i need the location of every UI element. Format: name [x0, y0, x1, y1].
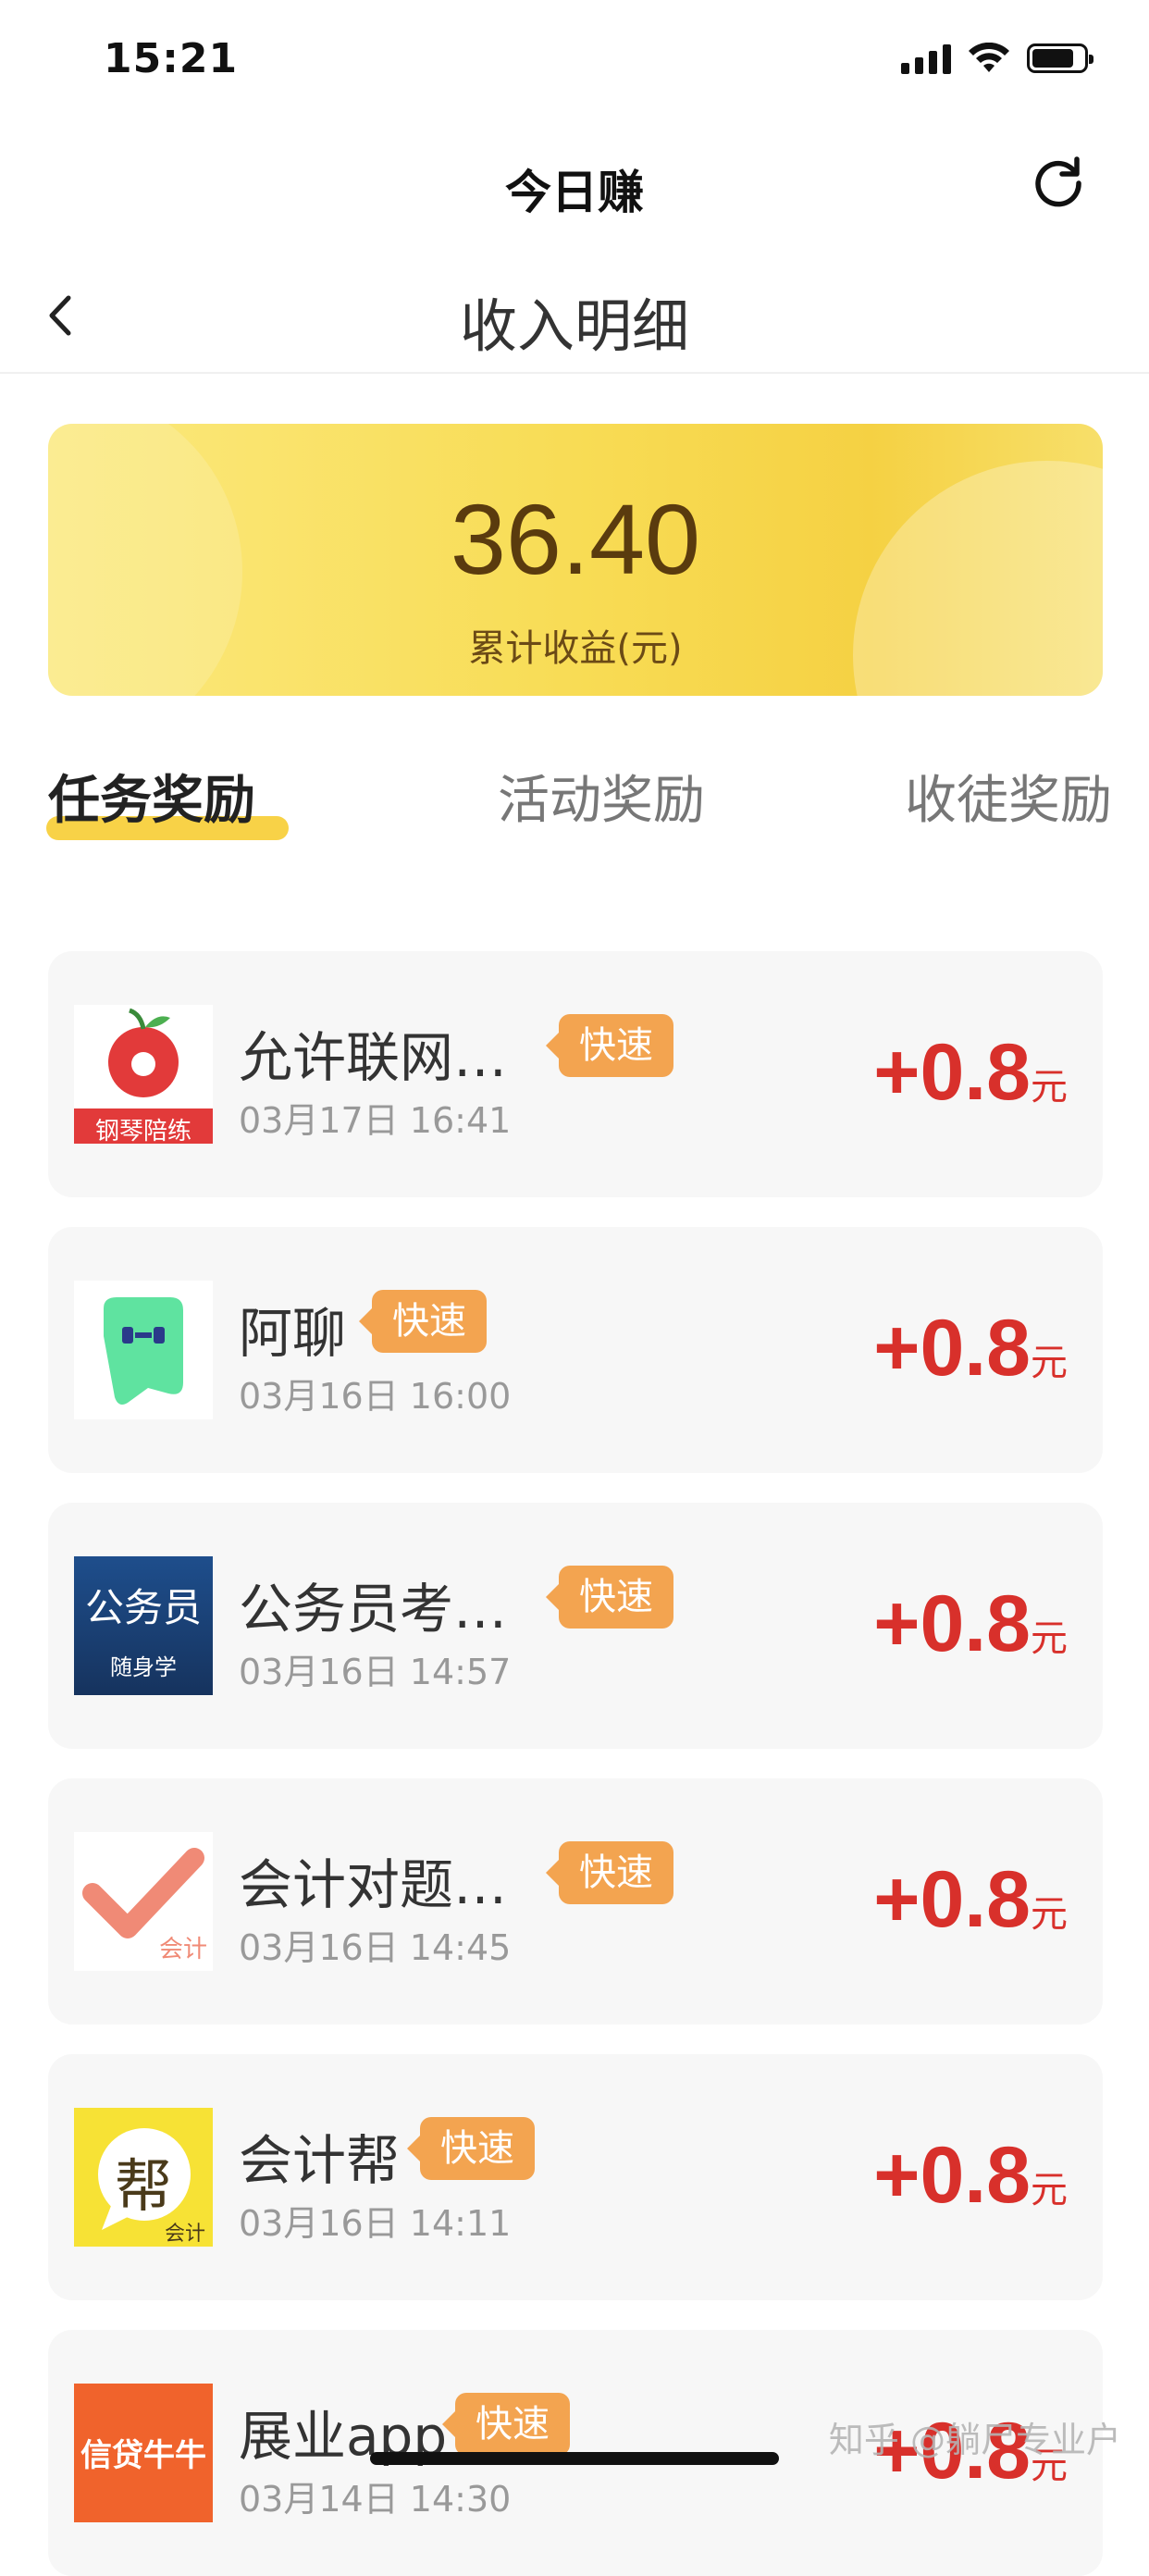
- earnings-summary-card: 36.40 累计收益(元): [48, 424, 1103, 696]
- app-title: 今日赚: [505, 166, 644, 219]
- chat-app-icon: [74, 1281, 213, 1419]
- cellular-signal-icon: [901, 43, 951, 74]
- amount-value: +0.8: [873, 1579, 1031, 1668]
- status-icons: [901, 43, 1093, 74]
- loan-app-icon: 信贷牛牛: [74, 2384, 213, 2522]
- tag-badge: 快速: [407, 2117, 535, 2180]
- item-amount: +0.8元: [873, 1579, 1068, 1670]
- item-date: 03月14日 14:30: [239, 2479, 512, 2520]
- watermark: 知乎 @躺尸专业户: [828, 2420, 1121, 2460]
- icon-subtext: 随身学: [110, 1654, 177, 1680]
- item-date: 03月16日 14:11: [239, 2203, 512, 2244]
- item-date: 03月16日 14:45: [239, 1927, 512, 1968]
- icon-subtext: 会计: [164, 2223, 205, 2246]
- list-item[interactable]: 公务员 随身学 公务员考… 快速 03月16日 14:57 +0.8元: [48, 1503, 1103, 1749]
- reward-tabs: 任务奖励 活动奖励 收徒奖励: [0, 759, 1149, 870]
- refresh-icon[interactable]: [1029, 152, 1088, 211]
- tab-label: 活动奖励: [498, 771, 705, 831]
- list-item[interactable]: 钢琴陪练 允许联网… 快速 03月17日 16:41 +0.8元: [48, 951, 1103, 1197]
- icon-text: 公务员: [84, 1585, 202, 1630]
- tag-badge: 快速: [546, 1841, 673, 1904]
- amount-unit: 元: [1031, 2169, 1068, 2211]
- amount-unit: 元: [1031, 1342, 1068, 1384]
- status-bar: 15:21: [0, 0, 1149, 130]
- item-name: 会计帮: [239, 2129, 401, 2192]
- tab-task-rewards[interactable]: 任务奖励: [48, 759, 255, 834]
- total-earnings-label: 累计收益(元): [468, 627, 683, 670]
- wifi-icon: [969, 43, 1009, 72]
- status-time: 15:21: [104, 35, 239, 82]
- amount-unit: 元: [1031, 1066, 1068, 1108]
- tag-badge: 快速: [546, 1566, 673, 1629]
- item-amount: +0.8元: [873, 1027, 1068, 1119]
- item-name: 会计对题…: [239, 1853, 508, 1916]
- tag-badge: 快速: [359, 1290, 487, 1353]
- civil-service-app-icon: 公务员 随身学: [74, 1556, 213, 1695]
- tag-badge: 快速: [546, 1014, 673, 1077]
- tab-apprentice-rewards[interactable]: 收徒奖励: [905, 759, 1112, 834]
- amount-unit: 元: [1031, 1617, 1068, 1660]
- item-amount: +0.8元: [873, 2130, 1068, 2222]
- app-header: 今日赚: [0, 139, 1149, 231]
- item-name: 公务员考…: [239, 1578, 508, 1641]
- amount-value: +0.8: [873, 1304, 1031, 1393]
- icon-text: 帮: [114, 2152, 172, 2220]
- icon-text: 会计: [158, 1936, 207, 1963]
- item-name: 阿聊: [239, 1302, 347, 1365]
- page-title: 收入明细: [459, 292, 689, 360]
- home-indicator[interactable]: [370, 2452, 779, 2465]
- item-amount: +0.8元: [873, 1854, 1068, 1946]
- icon-text: 钢琴陪练: [94, 1118, 192, 1144]
- accounting-check-app-icon: 会计: [74, 1832, 213, 1971]
- item-date: 03月16日 14:57: [239, 1652, 512, 1692]
- list-item[interactable]: 阿聊 快速 03月16日 16:00 +0.8元: [48, 1227, 1103, 1473]
- amount-value: +0.8: [873, 1855, 1031, 1944]
- tag-badge: 快速: [442, 2393, 570, 2456]
- list-item[interactable]: 会计 会计对题… 快速 03月16日 14:45 +0.8元: [48, 1778, 1103, 2025]
- nav-bar: 收入明细: [0, 259, 1149, 374]
- item-date: 03月17日 16:41: [239, 1100, 512, 1141]
- tab-label: 收徒奖励: [905, 771, 1112, 831]
- piano-app-icon: 钢琴陪练: [74, 1005, 213, 1144]
- amount-value: +0.8: [873, 2131, 1031, 2220]
- item-amount: +0.8元: [873, 1303, 1068, 1394]
- item-name: 允许联网…: [239, 1026, 508, 1089]
- list-item[interactable]: 帮 会计 会计帮 快速 03月16日 14:11 +0.8元: [48, 2054, 1103, 2300]
- battery-icon: [1027, 43, 1093, 73]
- total-earnings-amount: 36.40: [450, 483, 701, 595]
- item-date: 03月16日 16:00: [239, 1376, 512, 1417]
- tab-activity-rewards[interactable]: 活动奖励: [498, 759, 705, 834]
- icon-text: 信贷牛牛: [80, 2437, 206, 2474]
- amount-unit: 元: [1031, 1893, 1068, 1936]
- tab-label: 任务奖励: [48, 771, 255, 831]
- accounting-help-app-icon: 帮 会计: [74, 2108, 213, 2247]
- amount-value: +0.8: [873, 1028, 1031, 1117]
